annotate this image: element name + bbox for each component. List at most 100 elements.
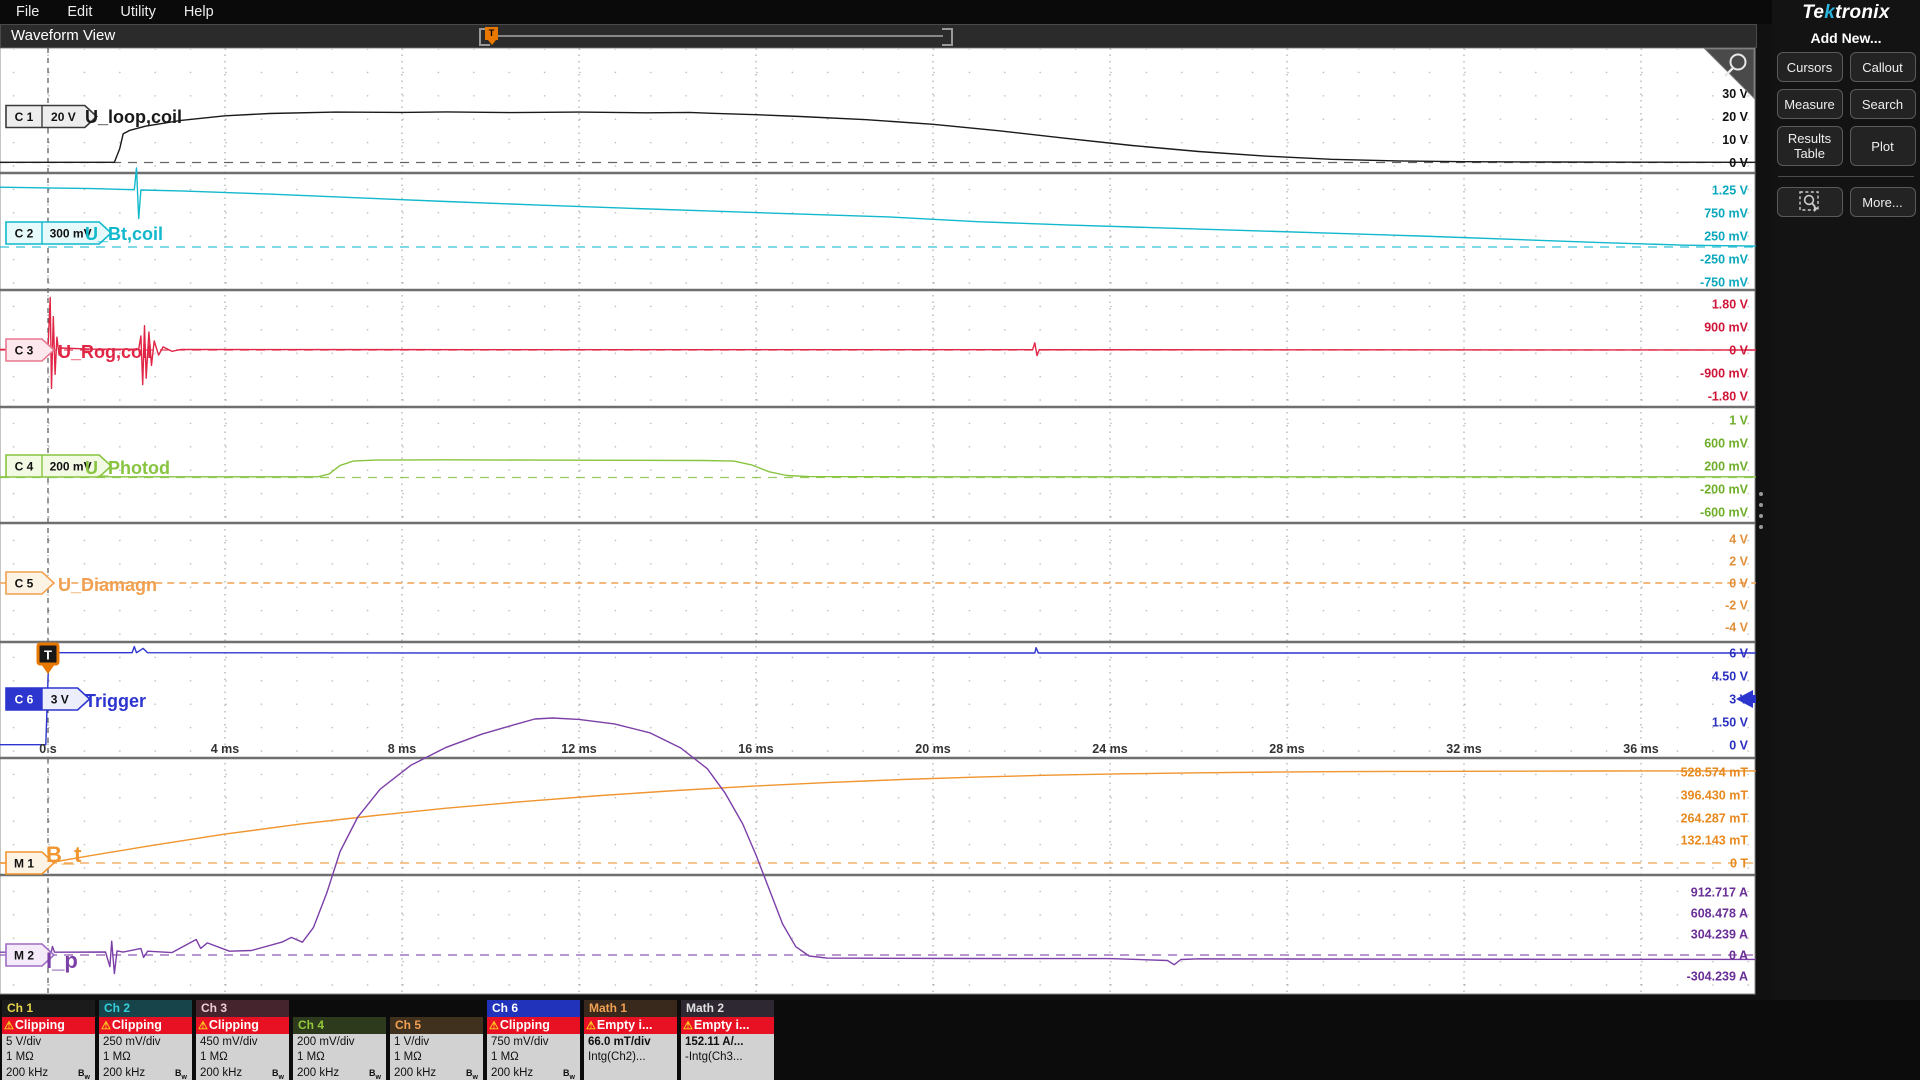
warning-icon: ⚠ (586, 1020, 596, 1032)
trigger-level-arrow-tail (1751, 695, 1756, 703)
badge-line: 200 mV/div (297, 1036, 355, 1048)
c6-tick-label: 1.50 V (1712, 716, 1749, 730)
cursors-button[interactable]: Cursors (1776, 52, 1843, 82)
clipping-warning: ⚠Clipping (487, 1017, 580, 1034)
badge-line: 1 MΩ (200, 1051, 228, 1064)
waveform-view-title: Waveform View (11, 27, 116, 44)
m2-tick-label: 608.478 A (1691, 907, 1748, 921)
time-tick-label: 24 ms (1092, 742, 1127, 756)
more-button[interactable]: More... (1849, 187, 1916, 217)
results-table-button[interactable]: Results Table (1776, 126, 1843, 166)
right-sidebar: Tektronix Add New... Cursors Callout Measu… (1772, 0, 1920, 1080)
c3-tick-label: 0 V (1729, 344, 1748, 358)
warning-icon: ⚠ (101, 1020, 111, 1032)
clipping-warning: ⚠Clipping (196, 1017, 289, 1034)
menu-item-utility[interactable]: Utility (120, 4, 155, 20)
badge-line: 750 mV/div (491, 1036, 549, 1048)
menu-item-help[interactable]: Help (184, 4, 214, 20)
menu-item-edit[interactable]: Edit (67, 4, 92, 20)
c5-tick-label: 0 V (1729, 577, 1748, 591)
bandwidth-limit-indicator: Bw (466, 1067, 478, 1080)
badge-ch1[interactable]: Ch 1 ⚠Clipping 5 V/div 1 MΩ 200 kHz Bw (2, 1000, 95, 1080)
overview-right-bracket-icon[interactable] (942, 28, 953, 46)
plot-button[interactable]: Plot (1849, 126, 1916, 166)
c2-tick-label: -250 mV (1700, 253, 1749, 267)
c2-badge-id: C 2 (15, 227, 34, 241)
horizontal-overview-bar[interactable]: T (479, 27, 953, 46)
time-tick-label: 16 ms (738, 742, 773, 756)
callout-button[interactable]: Callout (1849, 52, 1916, 82)
badge-header: Ch 2 (99, 1000, 192, 1017)
c1-channel-label: U_loop,coil (85, 107, 182, 127)
badge-ch6[interactable]: Ch 6 ⚠Clipping 750 mV/div 1 MΩ 200 kHz Bw (487, 1000, 580, 1080)
overview-track[interactable] (489, 35, 943, 37)
badge-math2[interactable]: Math 2 ⚠Empty i... 152.11 A/... -Intg(Ch3..… (681, 1000, 774, 1080)
badge-line: 66.0 mT/div (588, 1036, 651, 1048)
warning-icon: ⚠ (4, 1020, 14, 1032)
m1-channel-label: B_t (46, 842, 82, 867)
badge-line: 1 MΩ (103, 1051, 131, 1064)
badge-math1[interactable]: Math 1 ⚠Empty i... 66.0 mT/div Intg(Ch2)... (584, 1000, 677, 1080)
badge-line: 1 V/div (394, 1036, 430, 1048)
m1-tick-label: 528.574 mT (1681, 766, 1749, 780)
c2-tick-label: 1.25 V (1712, 184, 1749, 198)
time-tick-label: 28 ms (1269, 742, 1304, 756)
menu-item-file[interactable]: File (16, 4, 39, 20)
overview-trigger-flag-icon[interactable]: T (485, 27, 498, 45)
c4-tick-label: 1 V (1729, 414, 1748, 428)
m1-tick-label: 132.143 mT (1681, 834, 1749, 848)
c3-badge-id: C 3 (15, 344, 34, 358)
c1-badge-scale: 20 V (51, 110, 76, 124)
m2-tick-label: 912.717 A (1691, 886, 1748, 900)
search-button[interactable]: Search (1849, 89, 1916, 119)
badge-settings: 66.0 mT/div Intg(Ch2)... (584, 1034, 677, 1080)
sidebar-divider (1778, 176, 1914, 177)
badge-line: 152.11 A/... (685, 1036, 744, 1048)
badge-ch4[interactable]: Ch 4 200 mV/div 1 MΩ 200 kHz Bw (293, 1017, 386, 1080)
time-tick-label: 36 ms (1623, 742, 1658, 756)
sidebar-buttons: Cursors Callout Measure Search Results Table… (1772, 52, 1920, 166)
c2-tick-label: 750 mV (1704, 207, 1748, 221)
badge-line: 250 mV/div (103, 1036, 161, 1048)
c6-tick-label: 6 V (1729, 647, 1748, 661)
c4-tick-label: 600 mV (1704, 437, 1748, 451)
menu-bar: File Edit Utility Help (0, 0, 1920, 24)
pane-splitter-handle[interactable] (1758, 492, 1764, 538)
warning-icon: ⚠ (489, 1020, 499, 1032)
c2-tick-label: -750 mV (1700, 276, 1749, 290)
c6-badge-scale: 3 V (51, 693, 69, 707)
badge-line: 450 mV/div (200, 1036, 258, 1048)
bandwidth-limit-indicator: Bw (563, 1067, 575, 1080)
c1-tick-label: 10 V (1722, 133, 1748, 147)
c1-badge-id: C 1 (15, 110, 34, 124)
m2-tick-label: 304.239 A (1691, 928, 1748, 942)
c4-badge-id: C 4 (15, 460, 34, 474)
c2-channel-label: U_Bt,coil (85, 224, 163, 244)
waveform-graticule[interactable]: 30 V20 V10 V0 VC 1 20 V U_loop,coil1.25 V7… (0, 48, 1757, 996)
waveform-view-titlebar[interactable]: Waveform View T (0, 24, 1757, 48)
clipping-warning: ⚠Empty i... (584, 1017, 677, 1034)
time-tick-label: 32 ms (1446, 742, 1481, 756)
m2-tick-label: -304.239 A (1687, 970, 1748, 984)
badge-settings: 152.11 A/... -Intg(Ch3... (681, 1034, 774, 1080)
c2-tick-label: 250 mV (1704, 230, 1748, 244)
m1-tick-label: 264.287 mT (1681, 812, 1749, 826)
measure-button[interactable]: Measure (1776, 89, 1843, 119)
badge-header: Ch 6 (487, 1000, 580, 1017)
time-tick-label: 20 ms (915, 742, 950, 756)
clipping-warning: ⚠Clipping (99, 1017, 192, 1034)
bandwidth-limit-indicator: Bw (78, 1067, 90, 1080)
badge-settings: 750 mV/div 1 MΩ 200 kHz Bw (487, 1034, 580, 1080)
c5-tick-label: 2 V (1729, 555, 1748, 569)
c4-tick-label: -600 mV (1700, 506, 1749, 520)
badge-ch2[interactable]: Ch 2 ⚠Clipping 250 mV/div 1 MΩ 200 kHz Bw (99, 1000, 192, 1080)
badge-line: 200 kHz Bw (103, 1066, 192, 1080)
badge-ch5[interactable]: Ch 5 1 V/div 1 MΩ 200 kHz Bw (390, 1017, 483, 1080)
zoom-select-button[interactable] (1776, 187, 1843, 217)
badge-line: 1 MΩ (491, 1051, 519, 1064)
badge-line: 200 kHz Bw (491, 1066, 580, 1080)
minor-grid-dots (1, 49, 1754, 993)
badge-settings: 250 mV/div 1 MΩ 200 kHz Bw (99, 1034, 192, 1080)
badge-ch3[interactable]: Ch 3 ⚠Clipping 450 mV/div 1 MΩ 200 kHz Bw (196, 1000, 289, 1080)
c6-tick-label: 4.50 V (1712, 670, 1749, 684)
